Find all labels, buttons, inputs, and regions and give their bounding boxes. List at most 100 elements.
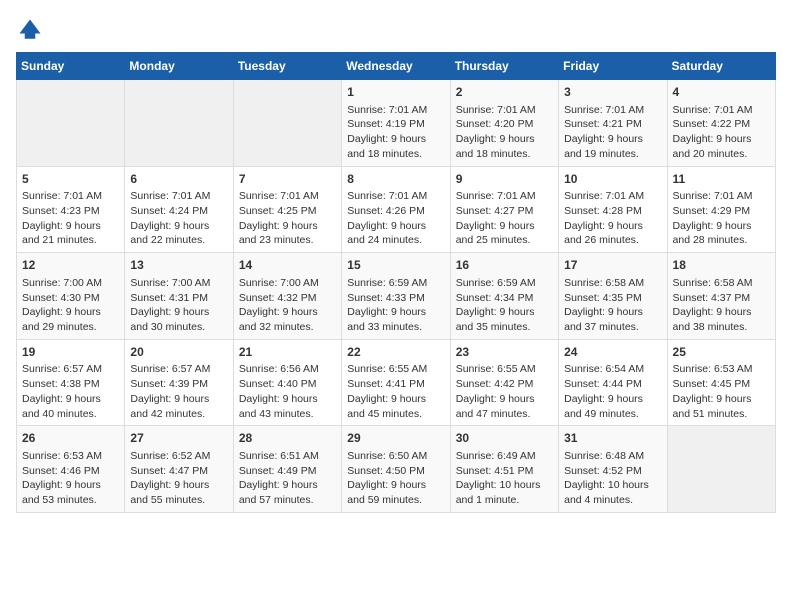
day-info: Sunrise: 6:57 AM	[130, 362, 227, 377]
day-info: Daylight: 9 hours and 22 minutes.	[130, 219, 227, 248]
day-info: Sunrise: 6:58 AM	[673, 276, 770, 291]
day-info: Sunrise: 6:53 AM	[22, 449, 119, 464]
day-info: Daylight: 9 hours and 25 minutes.	[456, 219, 553, 248]
weekday-header: Thursday	[450, 53, 558, 80]
day-info: Sunset: 4:38 PM	[22, 377, 119, 392]
calendar-cell	[667, 426, 775, 513]
day-info: Sunset: 4:26 PM	[347, 204, 444, 219]
calendar-cell: 5Sunrise: 7:01 AMSunset: 4:23 PMDaylight…	[17, 166, 125, 253]
calendar-cell: 30Sunrise: 6:49 AMSunset: 4:51 PMDayligh…	[450, 426, 558, 513]
day-info: Sunset: 4:33 PM	[347, 291, 444, 306]
day-info: Daylight: 9 hours and 43 minutes.	[239, 392, 336, 421]
day-info: Daylight: 9 hours and 59 minutes.	[347, 478, 444, 507]
page-header	[16, 16, 776, 44]
day-info: Sunrise: 6:49 AM	[456, 449, 553, 464]
day-info: Daylight: 9 hours and 30 minutes.	[130, 305, 227, 334]
calendar-cell: 19Sunrise: 6:57 AMSunset: 4:38 PMDayligh…	[17, 339, 125, 426]
calendar-cell: 27Sunrise: 6:52 AMSunset: 4:47 PMDayligh…	[125, 426, 233, 513]
day-number: 15	[347, 257, 444, 274]
calendar-cell: 3Sunrise: 7:01 AMSunset: 4:21 PMDaylight…	[559, 80, 667, 167]
day-number: 27	[130, 430, 227, 447]
day-info: Sunset: 4:42 PM	[456, 377, 553, 392]
day-info: Sunset: 4:28 PM	[564, 204, 661, 219]
calendar-week-row: 5Sunrise: 7:01 AMSunset: 4:23 PMDaylight…	[17, 166, 776, 253]
day-number: 17	[564, 257, 661, 274]
day-info: Daylight: 9 hours and 24 minutes.	[347, 219, 444, 248]
calendar-cell: 18Sunrise: 6:58 AMSunset: 4:37 PMDayligh…	[667, 253, 775, 340]
day-info: Sunset: 4:47 PM	[130, 464, 227, 479]
day-number: 16	[456, 257, 553, 274]
calendar-cell: 4Sunrise: 7:01 AMSunset: 4:22 PMDaylight…	[667, 80, 775, 167]
calendar-cell: 10Sunrise: 7:01 AMSunset: 4:28 PMDayligh…	[559, 166, 667, 253]
day-info: Sunrise: 7:01 AM	[239, 189, 336, 204]
day-number: 11	[673, 171, 770, 188]
day-info: Sunrise: 7:01 AM	[564, 189, 661, 204]
calendar-cell: 22Sunrise: 6:55 AMSunset: 4:41 PMDayligh…	[342, 339, 450, 426]
day-info: Sunrise: 6:51 AM	[239, 449, 336, 464]
day-number: 1	[347, 84, 444, 101]
calendar-cell: 21Sunrise: 6:56 AMSunset: 4:40 PMDayligh…	[233, 339, 341, 426]
day-info: Sunset: 4:37 PM	[673, 291, 770, 306]
day-info: Daylight: 9 hours and 47 minutes.	[456, 392, 553, 421]
day-number: 28	[239, 430, 336, 447]
day-info: Daylight: 9 hours and 18 minutes.	[347, 132, 444, 161]
logo-icon	[16, 16, 44, 44]
calendar-week-row: 12Sunrise: 7:00 AMSunset: 4:30 PMDayligh…	[17, 253, 776, 340]
day-number: 29	[347, 430, 444, 447]
day-info: Daylight: 9 hours and 42 minutes.	[130, 392, 227, 421]
day-info: Daylight: 9 hours and 29 minutes.	[22, 305, 119, 334]
calendar-cell: 25Sunrise: 6:53 AMSunset: 4:45 PMDayligh…	[667, 339, 775, 426]
calendar-cell: 7Sunrise: 7:01 AMSunset: 4:25 PMDaylight…	[233, 166, 341, 253]
weekday-header-row: SundayMondayTuesdayWednesdayThursdayFrid…	[17, 53, 776, 80]
day-number: 9	[456, 171, 553, 188]
day-info: Sunset: 4:29 PM	[673, 204, 770, 219]
day-info: Sunrise: 6:50 AM	[347, 449, 444, 464]
day-info: Daylight: 9 hours and 55 minutes.	[130, 478, 227, 507]
day-number: 20	[130, 344, 227, 361]
day-info: Daylight: 9 hours and 35 minutes.	[456, 305, 553, 334]
day-info: Sunset: 4:23 PM	[22, 204, 119, 219]
day-number: 3	[564, 84, 661, 101]
day-info: Daylight: 9 hours and 32 minutes.	[239, 305, 336, 334]
day-info: Sunrise: 6:55 AM	[347, 362, 444, 377]
day-info: Sunrise: 7:01 AM	[456, 189, 553, 204]
day-number: 31	[564, 430, 661, 447]
day-info: Sunrise: 6:53 AM	[673, 362, 770, 377]
day-info: Daylight: 9 hours and 38 minutes.	[673, 305, 770, 334]
day-info: Sunrise: 7:01 AM	[347, 103, 444, 118]
day-info: Sunrise: 6:55 AM	[456, 362, 553, 377]
day-info: Sunset: 4:51 PM	[456, 464, 553, 479]
day-info: Sunrise: 6:54 AM	[564, 362, 661, 377]
day-number: 10	[564, 171, 661, 188]
day-info: Sunrise: 7:01 AM	[456, 103, 553, 118]
calendar-cell: 8Sunrise: 7:01 AMSunset: 4:26 PMDaylight…	[342, 166, 450, 253]
day-info: Daylight: 9 hours and 57 minutes.	[239, 478, 336, 507]
logo	[16, 16, 48, 44]
day-info: Sunset: 4:46 PM	[22, 464, 119, 479]
calendar-cell: 20Sunrise: 6:57 AMSunset: 4:39 PMDayligh…	[125, 339, 233, 426]
day-info: Sunrise: 7:00 AM	[239, 276, 336, 291]
day-info: Sunrise: 7:01 AM	[22, 189, 119, 204]
day-info: Daylight: 9 hours and 26 minutes.	[564, 219, 661, 248]
day-info: Sunrise: 6:58 AM	[564, 276, 661, 291]
calendar-cell	[233, 80, 341, 167]
calendar-cell: 14Sunrise: 7:00 AMSunset: 4:32 PMDayligh…	[233, 253, 341, 340]
calendar-cell: 15Sunrise: 6:59 AMSunset: 4:33 PMDayligh…	[342, 253, 450, 340]
day-number: 22	[347, 344, 444, 361]
day-number: 5	[22, 171, 119, 188]
day-number: 26	[22, 430, 119, 447]
calendar-week-row: 19Sunrise: 6:57 AMSunset: 4:38 PMDayligh…	[17, 339, 776, 426]
day-info: Daylight: 9 hours and 51 minutes.	[673, 392, 770, 421]
day-info: Sunrise: 7:01 AM	[130, 189, 227, 204]
day-info: Sunrise: 7:00 AM	[22, 276, 119, 291]
calendar-cell: 11Sunrise: 7:01 AMSunset: 4:29 PMDayligh…	[667, 166, 775, 253]
day-info: Sunset: 4:20 PM	[456, 117, 553, 132]
day-info: Sunrise: 7:01 AM	[564, 103, 661, 118]
day-info: Daylight: 9 hours and 33 minutes.	[347, 305, 444, 334]
calendar-cell: 2Sunrise: 7:01 AMSunset: 4:20 PMDaylight…	[450, 80, 558, 167]
calendar-cell: 13Sunrise: 7:00 AMSunset: 4:31 PMDayligh…	[125, 253, 233, 340]
calendar-cell: 26Sunrise: 6:53 AMSunset: 4:46 PMDayligh…	[17, 426, 125, 513]
day-number: 12	[22, 257, 119, 274]
day-info: Sunset: 4:41 PM	[347, 377, 444, 392]
day-info: Sunset: 4:39 PM	[130, 377, 227, 392]
